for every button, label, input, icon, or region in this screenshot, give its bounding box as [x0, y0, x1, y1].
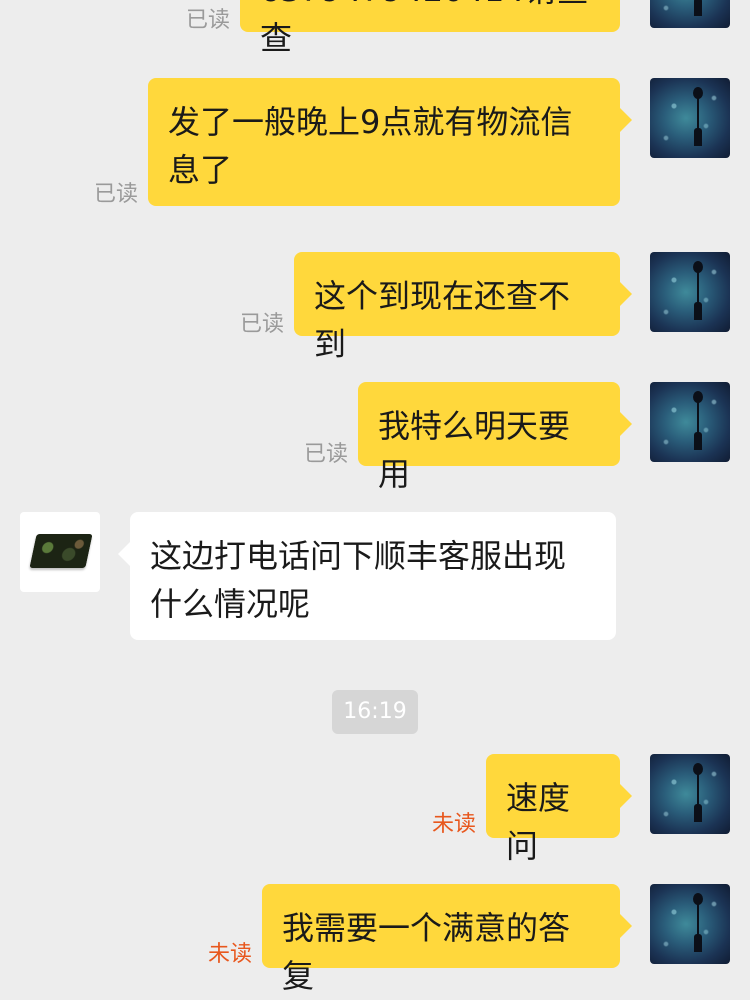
my-avatar[interactable]: [650, 78, 730, 158]
message-text: 这边打电话问下顺丰客服出现什么情况呢: [150, 537, 567, 623]
message-bubble-partial[interactable]: 6379479420414请查查: [240, 0, 620, 57]
message-text: 我需要一个满意的答复: [282, 909, 571, 995]
unread-status: 未读: [431, 812, 476, 837]
my-avatar[interactable]: [650, 252, 730, 332]
message-text: 我特么明天要用: [378, 407, 571, 493]
read-status: 已读: [185, 8, 230, 33]
my-avatar[interactable]: [650, 382, 730, 462]
read-status: 已读: [93, 182, 138, 207]
message-text: 发了一般晚上9点就有物流信息了: [168, 103, 573, 189]
chat-message-list[interactable]: 6379479420414请查查 已读 发了一般晚上9点就有物流信息了 已读 这…: [0, 0, 750, 1000]
message-text: 这个到现在还查不到: [314, 277, 571, 363]
message-bubble[interactable]: 发了一般晚上9点就有物流信息了: [148, 78, 632, 206]
timestamp-divider: 16:19: [332, 690, 418, 734]
message-bubble[interactable]: 我需要一个满意的答复: [262, 884, 632, 995]
message-text: 6379479420414请查查: [260, 0, 589, 57]
message-bubble[interactable]: 这边打电话问下顺丰客服出现什么情况呢: [118, 512, 616, 640]
contact-avatar[interactable]: [20, 512, 100, 592]
message-bubble[interactable]: 这个到现在还查不到: [294, 252, 632, 363]
message-text: 速度问: [506, 779, 571, 865]
message-bubble[interactable]: 速度问: [486, 754, 632, 865]
my-avatar[interactable]: [650, 754, 730, 834]
my-avatar[interactable]: [650, 0, 730, 28]
message-bubble[interactable]: 我特么明天要用: [358, 382, 632, 493]
read-status: 已读: [239, 312, 284, 337]
read-status: 已读: [303, 442, 348, 467]
my-avatar[interactable]: [650, 884, 730, 964]
unread-status: 未读: [207, 942, 252, 967]
